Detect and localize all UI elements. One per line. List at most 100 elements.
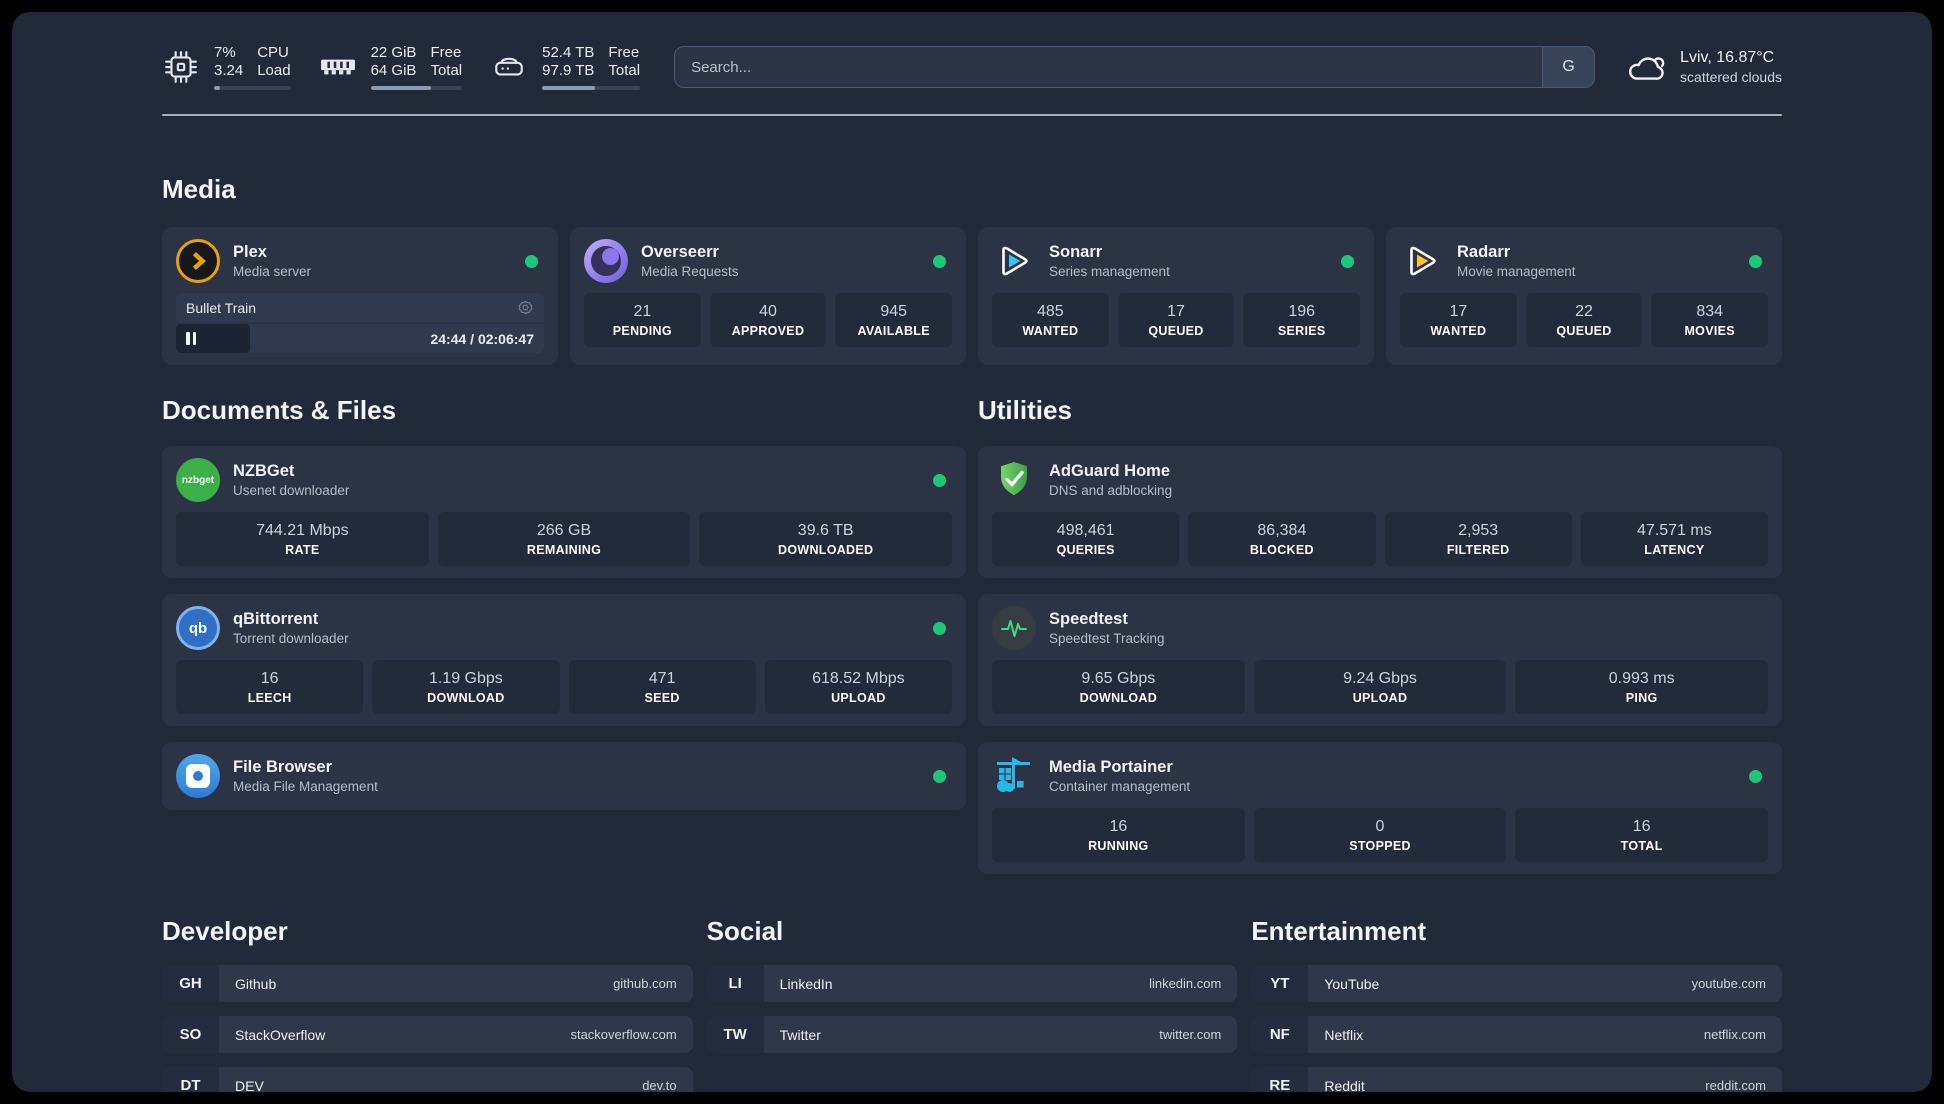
memory-values: 22 GiB 64 GiB [370,43,417,79]
stat-label: LEECH [247,690,292,705]
stat-value: 834 [1696,302,1724,320]
stat-value: 17 [1449,302,1468,320]
search-engine-button[interactable]: G [1542,47,1595,87]
bookmark-youtube[interactable]: YT YouTube youtube.com [1251,965,1782,1002]
bookmark-name: LinkedIn [779,975,833,992]
bookmark-name: YouTube [1324,975,1380,992]
bookmark-github[interactable]: GH Github github.com [162,965,693,1002]
stat-label: DOWNLOAD [1079,690,1158,705]
bookmark-name: Netflix [1324,1026,1364,1043]
stat-label: DOWNLOAD [427,690,505,705]
app-card-portainer[interactable]: Media Portainer Container management 16 … [978,742,1782,874]
bookmark-name: DEV [235,1077,264,1093]
now-playing-title: Bullet Train [186,299,257,316]
stat-label: APPROVED [731,323,805,338]
app-card-filebrowser[interactable]: File Browser Media File Management [162,742,966,810]
stat-value: 485 [1036,302,1064,320]
app-name: qBittorrent [233,609,319,628]
weather-widget: Lviv, 16.87°C scattered clouds [1625,48,1782,86]
header-bar: 7% 3.24 CPU Load 22 GiB 64 GiB Free Tota… [162,40,1782,94]
overseerr-icon [584,239,628,283]
stat-value: 2,953 [1458,521,1499,539]
app-card-qbittorrent[interactable]: qb qBittorrent Torrent downloader 16 LEE… [162,594,966,726]
bookmark-reddit[interactable]: RE Reddit reddit.com [1251,1067,1782,1092]
app-name: Speedtest [1049,609,1128,628]
bookmark-stackoverflow[interactable]: SO StackOverflow stackoverflow.com [162,1016,693,1053]
stat-label: REMAINING [526,542,602,557]
disk-stat-widget: 52.4 TB 97.9 TB Free Total [490,43,641,91]
app-name: Overseerr [641,242,719,261]
disk-values: 52.4 TB 97.9 TB [542,43,595,79]
section-title-utilities: Utilities [978,395,1072,425]
bookmark-abbr: RE [1251,1067,1309,1092]
app-description: Series management [1049,263,1170,279]
app-card-radarr[interactable]: Radarr Movie management 17 WANTED 22 QUE… [1386,227,1782,365]
stat-tile: 471 SEED [568,660,756,714]
pause-icon[interactable] [186,332,196,345]
stat-value: 471 [648,669,676,687]
app-description: DNS and adblocking [1049,482,1173,498]
playback-progress-bar[interactable] [176,324,250,353]
bookmark-url: reddit.com [1705,1078,1766,1092]
dashboard-root: 7% 3.24 CPU Load 22 GiB 64 GiB Free Tota… [12,12,1932,1092]
bookmark-netflix[interactable]: NF Netflix netflix.com [1251,1016,1782,1053]
bookmark-linkedin[interactable]: LI LinkedIn linkedin.com [706,965,1238,1002]
app-card-speedtest[interactable]: Speedtest Speedtest Tracking 9.65 Gbps D… [978,594,1782,726]
stat-value: 9.65 Gbps [1081,669,1156,687]
section-title-media: Media [162,174,236,204]
stat-value: 618.52 Mbps [812,669,905,687]
stat-tile: 47.571 ms LATENCY [1580,512,1768,566]
stat-label: QUEUED [1148,323,1204,338]
app-name: Sonarr [1049,242,1103,261]
adguard-shield-icon [992,458,1036,502]
status-online-dot [525,254,538,268]
stat-tile: 16 LEECH [176,660,364,714]
bookmark-url: youtube.com [1691,976,1766,991]
bookmark-abbr: YT [1251,965,1309,1002]
memory-progress-bar [370,85,463,90]
app-card-adguard[interactable]: AdGuard Home DNS and adblocking 498,461 … [978,446,1782,578]
bookmark-abbr: NF [1251,1016,1309,1053]
disk-drive-icon [490,48,528,86]
app-description: Media File Management [233,778,378,794]
bookmark-abbr: SO [162,1016,219,1053]
app-card-sonarr[interactable]: Sonarr Series management 485 WANTED 17 Q… [978,227,1374,365]
app-card-plex[interactable]: Plex Media server Bullet Train 24:44 / 0… [162,227,558,365]
stat-value: 744.21 Mbps [256,521,349,539]
app-description: Media Requests [641,263,739,279]
stat-value: 945 [880,302,908,320]
stat-value: 16 [1632,817,1651,835]
bookmark-name: StackOverflow [235,1026,326,1043]
bookmark-url: stackoverflow.com [570,1027,677,1042]
stat-tile: 16 RUNNING [992,808,1245,862]
stat-label: PING [1625,690,1658,705]
status-online-dot [933,769,946,783]
bookmark-url: github.com [613,976,677,991]
filebrowser-icon [176,754,220,798]
app-card-nzbget[interactable]: nzbget NZBGet Usenet downloader 744.21 M… [162,446,966,578]
stat-label: QUEUED [1556,323,1612,338]
stat-value: 86,384 [1257,521,1307,539]
stat-value: 22 [1575,302,1593,320]
stat-value: 17 [1167,302,1185,320]
header-divider [162,114,1782,116]
cpu-labels: CPU Load [257,43,291,79]
stat-tile: 9.65 Gbps DOWNLOAD [992,660,1245,714]
search-input[interactable] [674,46,1596,88]
bookmark-name: Twitter [779,1026,821,1043]
stat-value: 40 [759,302,777,320]
bookmark-url: netflix.com [1703,1027,1766,1042]
memory-labels: Free Total [430,43,463,79]
stat-label: WANTED [1430,323,1487,338]
bookmark-dev[interactable]: DT DEV dev.to [162,1067,693,1092]
gear-icon[interactable] [517,299,534,316]
app-name: AdGuard Home [1049,461,1171,480]
stat-label: LATENCY [1644,542,1705,557]
app-description: Movie management [1457,263,1576,279]
section-title-entertainment: Entertainment [1251,916,1427,946]
bookmark-twitter[interactable]: TW Twitter twitter.com [706,1016,1238,1053]
app-card-overseerr[interactable]: Overseerr Media Requests 21 PENDING 40 A… [570,227,966,365]
speedtest-pulse-icon [992,606,1036,650]
stat-value: 39.6 TB [797,521,854,539]
stat-label: TOTAL [1620,838,1663,853]
